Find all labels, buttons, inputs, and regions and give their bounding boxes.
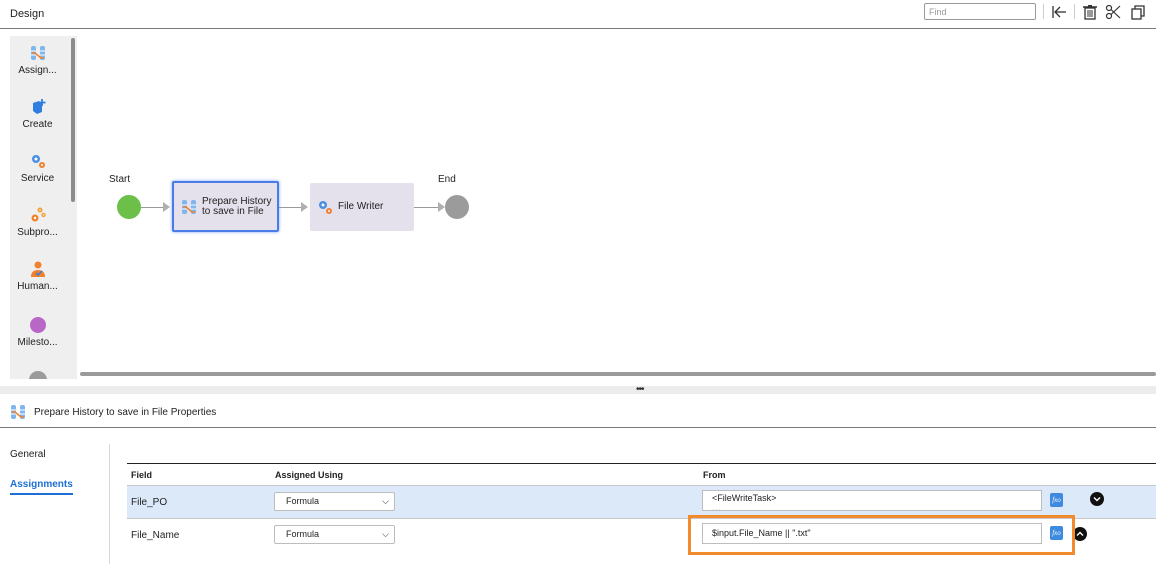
chevron-down-icon [1093,497,1101,502]
create-icon [32,99,45,114]
start-label: Start [109,174,131,185]
connector-line [414,207,438,208]
assignment-icon [11,405,25,419]
task-node-file-writer[interactable]: File Writer [310,183,414,231]
canvas-horizontal-scrollbar[interactable] [80,372,1156,376]
end-label: End [438,174,456,185]
cut-button[interactable] [1103,2,1123,22]
assigned-using-select[interactable]: Formula ⌵ [274,525,395,544]
assignment-icon [182,199,196,214]
table-row[interactable]: File_Name Formula ⌵ $input.File_Name || … [127,519,1156,552]
end-node[interactable] [445,195,469,219]
palette-item-label: Assign... [18,65,57,76]
table-row[interactable]: File_PO Formula ⌵ <FileWriteTask> ... fx… [127,486,1156,519]
chevron-down-icon: ⌵ [382,496,389,506]
field-name: File_Name [131,530,180,541]
properties-header: Prepare History to save in File Properti… [0,398,1156,428]
task-node-label: File Writer [338,201,384,212]
connector-line [279,207,301,208]
collapse-left-button[interactable] [1049,2,1069,22]
palette-item-milestone[interactable]: Milesto... [10,316,65,348]
delete-button[interactable] [1080,2,1100,22]
select-value: Formula [286,529,320,539]
palette-item-label: Service [20,173,55,184]
collapse-left-icon [1052,6,1066,18]
palette-item-create[interactable]: Create [10,98,65,130]
component-palette: Assign... Create Service Subpro... Human… [10,36,77,379]
task-node-prepare-history[interactable]: Prepare History to save in File [172,181,279,232]
chevron-up-icon [1076,531,1084,536]
palette-item-label: Milesto... [17,337,58,348]
milestone-icon [29,317,46,333]
field-name: File_PO [131,497,168,508]
task-node-label-line: Prepare History [202,195,272,207]
palette-item-partial-icon [29,371,47,379]
connector-line [141,207,163,208]
palette-item-subprocess[interactable]: Subpro... [10,206,65,238]
human-task-icon [30,261,45,277]
splitter-handle-icon: ••• [636,384,644,395]
start-node[interactable] [117,195,141,219]
palette-item-label: Human... [17,281,58,292]
from-expression-input[interactable]: <FileWriteTask> ... [702,490,1042,511]
palette-scrollbar[interactable] [71,38,75,202]
assignment-icon [30,46,45,60]
column-header-from: From [703,470,726,480]
trash-icon [1083,5,1097,20]
nav-tab-assignments[interactable]: Assignments [10,479,73,495]
column-header-assigned-using: Assigned Using [275,470,344,480]
task-node-label-line: to save in File [202,205,264,217]
from-expression-text: $input.File_Name || ".txt" [712,528,811,538]
properties-title: Prepare History to save in File Properti… [34,407,217,418]
properties-nav: General Assignments [0,444,110,564]
formula-editor-button[interactable]: fxo [1050,493,1063,507]
from-expression-overflow: ... [712,503,722,511]
chevron-down-icon: ⌵ [382,529,389,539]
design-title: Design [10,8,45,20]
scissors-icon [1105,4,1121,20]
from-expression-input[interactable]: $input.File_Name || ".txt" [702,523,1042,544]
connector-arrow-icon [438,202,445,212]
grid-header: Field Assigned Using From [127,464,1156,486]
assigned-using-select[interactable]: Formula ⌵ [274,492,395,511]
palette-item-service[interactable]: Service [10,152,65,184]
collapse-row-button[interactable] [1073,527,1087,541]
toolbar-divider [1043,4,1044,19]
palette-item-human-task[interactable]: Human... [10,260,65,292]
nav-tab-general[interactable]: General [10,449,46,460]
service-icon [31,155,45,168]
expand-row-button[interactable] [1090,492,1104,506]
formula-editor-button[interactable]: fxo [1050,526,1063,540]
panel-splitter[interactable]: ••• [0,384,1156,395]
subprocess-icon [31,207,46,222]
assignments-grid: Field Assigned Using From File_PO Formul… [127,463,1156,552]
select-value: Formula [286,496,320,506]
connector-arrow-icon [301,202,308,212]
toolbar-divider [1074,4,1075,19]
design-header: Design [0,0,1156,29]
palette-item-label: Subpro... [17,227,58,238]
palette-item-assignment[interactable]: Assign... [10,44,65,76]
task-node-label: Prepare History to save in File [202,195,272,217]
service-icon [319,201,332,214]
column-header-field: Field [131,470,153,480]
connector-arrow-icon [163,202,170,212]
find-input[interactable] [924,3,1036,20]
from-expression-text: <FileWriteTask> [712,493,777,503]
palette-item-label: Create [22,119,53,130]
copy-button[interactable] [1128,2,1148,22]
copy-icon [1131,5,1145,20]
